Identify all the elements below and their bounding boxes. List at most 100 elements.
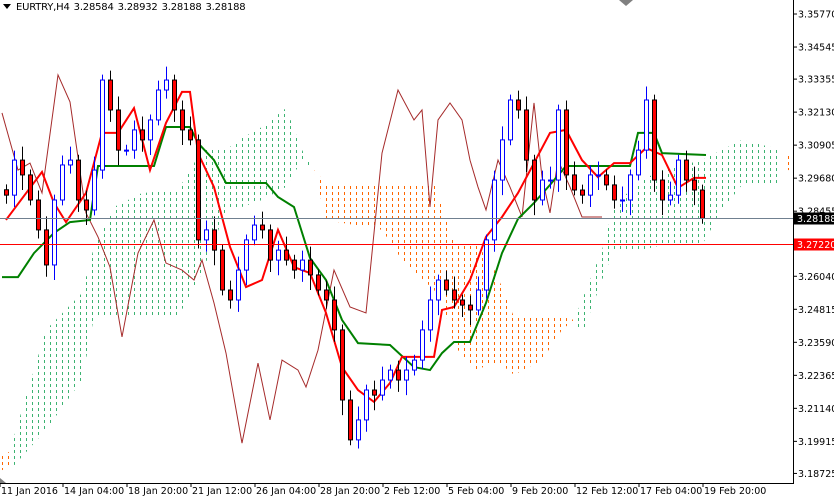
candle-body <box>380 379 385 396</box>
candle-body <box>452 289 457 301</box>
bear-candle <box>4 184 9 204</box>
candle-body <box>76 159 81 201</box>
candle-body <box>604 174 609 186</box>
candle-body <box>204 229 209 241</box>
bid-price-label: 3.28188 <box>794 212 834 225</box>
bear-candle <box>108 70 113 122</box>
bear-candle <box>604 169 609 191</box>
time-tick-label: 5 Feb 04:00 <box>448 486 504 496</box>
candle-body <box>444 279 449 291</box>
price-tick-label: 3.21140 <box>798 404 834 415</box>
bear-candle <box>580 184 585 204</box>
candle-body <box>412 359 417 371</box>
candle-body <box>676 159 681 196</box>
candle-body <box>700 189 705 219</box>
candle-body <box>516 99 521 111</box>
candle-body <box>556 109 561 181</box>
bull-candle <box>12 150 17 207</box>
candle-body <box>172 79 177 111</box>
bull-candle <box>148 114 153 155</box>
time-tick-label: 2 Feb 12:00 <box>384 486 440 496</box>
time-tick-label: 14 Jan 04:00 <box>64 486 124 496</box>
candle-body <box>292 259 297 271</box>
candle-body <box>420 329 425 361</box>
symbol-label: EURTRY,H4 <box>16 2 70 13</box>
candle-body <box>236 269 241 301</box>
candle-body <box>44 229 49 266</box>
time-tick-label: 12 Feb 12:00 <box>576 486 638 496</box>
candle-body <box>4 189 9 196</box>
candle-body <box>188 129 193 141</box>
bear-candle <box>340 324 345 416</box>
bear-candle <box>268 224 273 272</box>
candle-body <box>580 189 585 196</box>
price-tick-label: 3.29680 <box>798 174 834 185</box>
bear-candle <box>44 216 49 277</box>
price-tick-label: 3.26040 <box>798 272 834 283</box>
bull-candle <box>68 146 73 174</box>
candle-body <box>620 199 625 202</box>
candle-body <box>52 199 57 266</box>
candle-body <box>396 369 401 381</box>
bull-candle <box>380 366 385 401</box>
chart-shift-marker-icon[interactable] <box>619 0 633 6</box>
candle-body <box>316 274 321 291</box>
candle-body <box>300 259 305 271</box>
candle-body <box>652 99 657 181</box>
time-tick-label: 11 Jan 2016 <box>1 486 58 496</box>
time-tick-label: 26 Jan 04:00 <box>256 486 316 496</box>
price-tick-label: 3.34545 <box>798 43 834 54</box>
bull-candle <box>300 250 305 282</box>
price-tick-label: 3.30905 <box>798 141 834 152</box>
candle-body <box>220 249 225 291</box>
bear-candle <box>196 134 201 249</box>
time-axis[interactable]: 11 Jan 2016 14 Jan 04:00 18 Jan 20:00 21 Ja… <box>0 483 766 496</box>
bear-candle <box>180 100 185 146</box>
candle-body <box>60 164 65 201</box>
candle-body <box>68 159 73 166</box>
candle-body <box>540 179 545 201</box>
candle-body <box>548 179 553 182</box>
price-tick-label: 3.32130 <box>798 108 834 119</box>
bear-candle <box>220 244 225 296</box>
chart-header: EURTRY,H4 3.28584 3.28932 3.28188 3.28188 <box>3 2 249 13</box>
candle-body <box>684 159 689 181</box>
candle-body <box>92 169 97 211</box>
bear-candle <box>260 211 265 239</box>
candle-body <box>180 109 185 131</box>
bull-candle <box>276 240 281 276</box>
candle-body <box>124 149 129 152</box>
bull-candle <box>100 74 105 179</box>
bear-candle <box>700 184 705 224</box>
ask-price-label: 3.27220 <box>794 238 834 251</box>
bull-candle <box>500 126 505 196</box>
candle-body <box>628 174 633 201</box>
collapse-triangle-icon[interactable] <box>3 4 11 9</box>
bear-candle <box>516 90 521 119</box>
candle-body <box>692 179 697 191</box>
bear-candle <box>188 116 193 146</box>
candle-body <box>84 199 89 211</box>
low-value: 3.28188 <box>161 2 202 13</box>
bull-candle <box>436 274 441 316</box>
candle-body <box>12 159 17 196</box>
candle-body <box>332 299 337 331</box>
bull-candle <box>420 320 425 369</box>
bull-candle <box>556 104 561 192</box>
candle-body <box>252 224 257 241</box>
candle-body <box>660 179 665 201</box>
high-value: 3.28932 <box>117 2 158 13</box>
bear-candle <box>36 190 41 239</box>
candle-body <box>596 174 601 177</box>
candle-body <box>644 99 649 151</box>
candle-body <box>500 139 505 181</box>
ask-price-text: 3.27220 <box>797 240 834 251</box>
price-chart[interactable]: 3.35770 3.34545 3.33355 3.32130 3.30905 3.296… <box>0 0 834 496</box>
candle-body <box>476 289 481 311</box>
bid-price-text: 3.28188 <box>797 214 834 225</box>
candle-body <box>260 224 265 231</box>
candle-body <box>404 369 409 381</box>
bull-candle <box>356 406 361 449</box>
candle-body <box>28 174 33 201</box>
bear-candle <box>28 169 33 206</box>
